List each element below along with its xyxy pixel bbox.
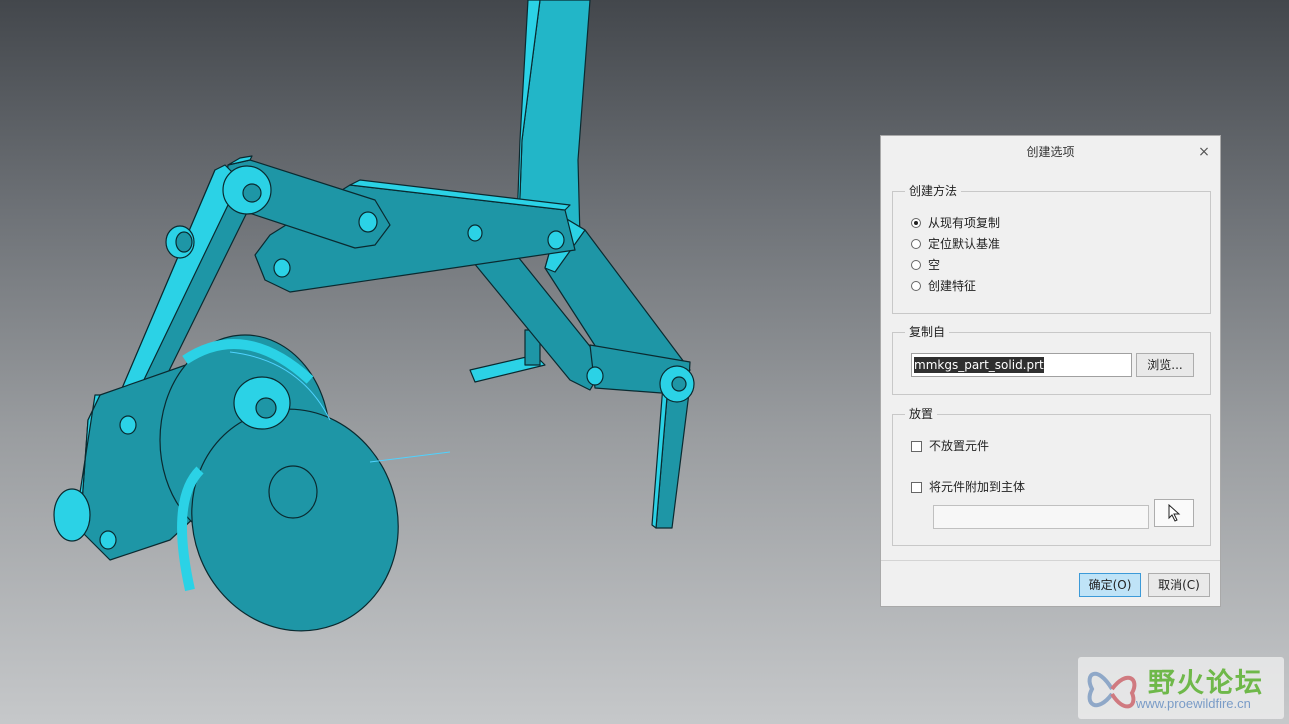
cancel-button[interactable]: 取消(C) (1148, 573, 1210, 597)
radio-create-features[interactable]: 创建特征 (911, 278, 976, 294)
radio-button-selected[interactable] (911, 218, 921, 228)
browse-button[interactable]: 浏览... (1136, 353, 1194, 377)
close-icon[interactable]: × (1196, 144, 1212, 160)
copy-from-legend: 复制自 (905, 325, 950, 339)
radio-label: 空 (928, 258, 941, 272)
checkbox-label: 不放置元件 (929, 439, 990, 453)
placement-legend: 放置 (905, 407, 938, 421)
footer-divider (881, 560, 1220, 561)
ok-button[interactable]: 确定(O) (1079, 573, 1141, 597)
radio-button[interactable] (911, 281, 921, 291)
checkbox[interactable] (911, 440, 922, 452)
creation-method-group: 创建方法 从现有项复制 定位默认基准 空 创建特征 (892, 184, 1211, 314)
select-cursor-button[interactable] (1154, 499, 1194, 527)
placement-group: 放置 不放置元件 将元件附加到主体 (892, 407, 1211, 546)
dialog-title: 创建选项 (1026, 145, 1075, 159)
radio-label: 从现有项复制 (928, 216, 1001, 230)
butterfly-logo-icon (1087, 672, 1137, 709)
watermark-url: www.proewildfire.cn (1136, 696, 1251, 711)
radio-copy-existing[interactable]: 从现有项复制 (911, 215, 1000, 231)
radio-locate-default-datums[interactable]: 定位默认基准 (911, 236, 1000, 252)
create-options-dialog[interactable]: 创建选项 × 创建方法 从现有项复制 定位默认基准 空 创建特征 复制自 mmk… (880, 135, 1221, 607)
checkbox-do-not-place[interactable]: 不放置元件 (911, 438, 989, 454)
radio-button[interactable] (911, 239, 921, 249)
attach-host-input[interactable] (933, 505, 1149, 529)
radio-button[interactable] (911, 260, 921, 270)
file-name-value: mmkgs_part_solid.prt (914, 357, 1044, 373)
watermark-title: 野火论坛 (1148, 668, 1264, 699)
copy-from-group: 复制自 mmkgs_part_solid.prt 浏览... (892, 325, 1211, 395)
radio-label: 创建特征 (928, 279, 977, 293)
radio-label: 定位默认基准 (928, 237, 1001, 251)
forum-watermark: 野火论坛 www.proewildfire.cn (1078, 657, 1284, 719)
checkbox-label: 将元件附加到主体 (929, 480, 1026, 494)
cursor-arrow-icon (1168, 503, 1181, 522)
copy-from-file-input[interactable]: mmkgs_part_solid.prt (911, 353, 1132, 377)
graphics-viewport[interactable]: 创建选项 × 创建方法 从现有项复制 定位默认基准 空 创建特征 复制自 mmk… (0, 0, 1289, 724)
checkbox[interactable] (911, 481, 922, 493)
checkbox-attach-to-host[interactable]: 将元件附加到主体 (911, 479, 1025, 495)
creation-method-legend: 创建方法 (905, 184, 962, 198)
radio-empty[interactable]: 空 (911, 257, 940, 273)
